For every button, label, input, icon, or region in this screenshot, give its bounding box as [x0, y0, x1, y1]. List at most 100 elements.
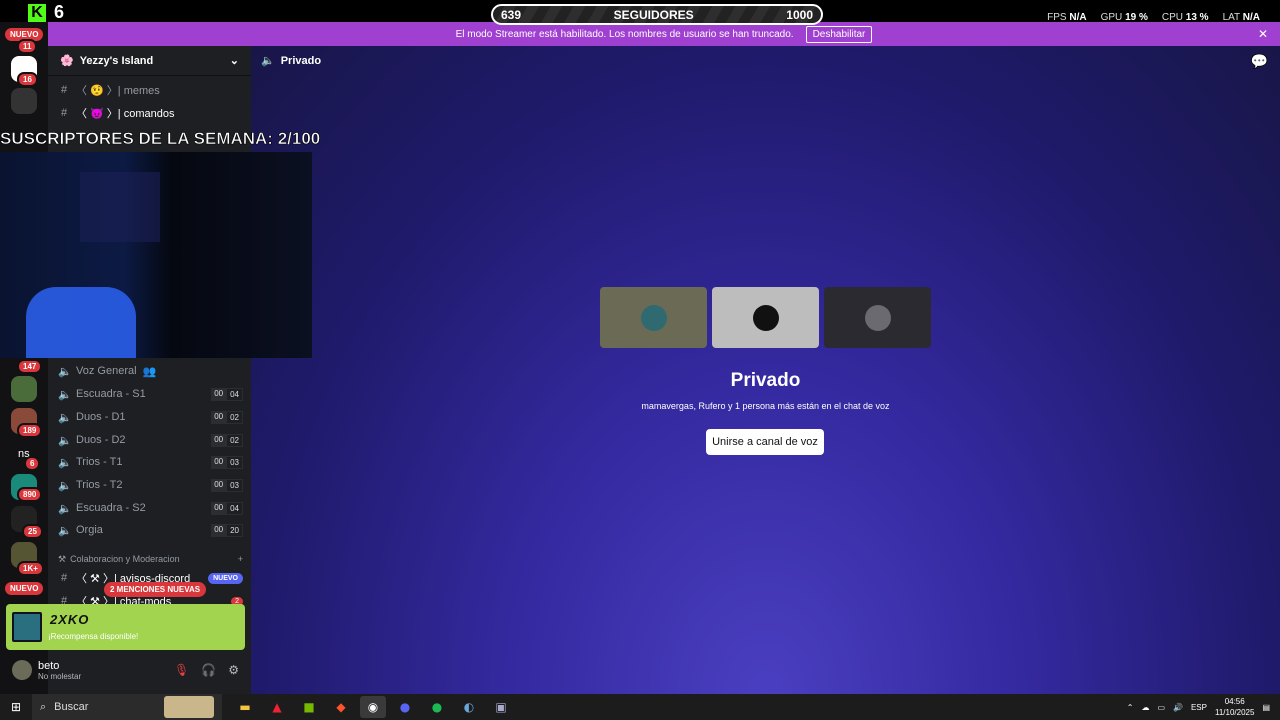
- chat-bubble-icon[interactable]: 💬: [1251, 54, 1268, 70]
- gpu-stat: GPU 19 %: [1100, 12, 1148, 23]
- unread-badge: 890: [17, 487, 43, 502]
- text-channel-comandos[interactable]: # 〈 😈 〉| comandos: [58, 103, 243, 123]
- disable-streamer-button[interactable]: Deshabilitar: [805, 25, 873, 43]
- new-tag: NUEVO: [208, 572, 243, 584]
- user-limit-count: 00 04: [211, 501, 243, 515]
- participant-tile[interactable]: [600, 287, 707, 348]
- voice-channel[interactable]: 🔈 Duos - D2 00 02: [58, 430, 243, 450]
- reward-logo: 2XKO: [50, 612, 90, 627]
- webcam-feed: [0, 152, 312, 358]
- join-voice-button[interactable]: Unirse a canal de voz: [706, 429, 824, 455]
- user-limit-count: 00 02: [211, 433, 243, 447]
- gear-icon[interactable]: ⚙: [228, 663, 239, 677]
- search-highlight-image: [164, 696, 214, 718]
- text-channel-memes[interactable]: # 〈 🤨 〉| memes: [58, 80, 243, 100]
- search-icon: ⌕: [40, 700, 47, 713]
- spotify-icon[interactable]: ●: [424, 696, 450, 718]
- user-panel: beto No molestar 🎙 🎧 ⚙: [6, 652, 245, 688]
- obs-icon[interactable]: ◉: [360, 696, 386, 718]
- followers-label: SEGUIDORES: [613, 7, 694, 22]
- windows-start-icon[interactable]: ⊞: [0, 700, 32, 714]
- webcam-chair: [26, 287, 136, 358]
- new-mentions-button[interactable]: 2 MENCIONES NUEVAS: [104, 582, 207, 597]
- server-rail: NUEVO 11 16 147 189 ns 6 890 25 1K+ NUEV…: [0, 22, 48, 694]
- nuevo-badge[interactable]: NUEVO: [5, 582, 44, 595]
- followers-goal: 1000: [786, 7, 813, 22]
- unread-badge: 6: [24, 456, 41, 471]
- hash-icon: #: [60, 572, 68, 584]
- performance-stats: FPS N/A GPU 19 % CPU 13 % LAT N/A: [1047, 12, 1260, 23]
- unread-badge: 25: [22, 524, 43, 539]
- add-channel-icon[interactable]: +: [238, 554, 243, 565]
- headphones-muted-icon[interactable]: 🎧: [201, 663, 216, 677]
- category-colaboracion[interactable]: ⚒ Colaboracion y Moderacion +: [58, 554, 243, 565]
- server-header[interactable]: 🌸 Yezzy's Island ⌄: [48, 46, 251, 76]
- user-limit-count: 00 03: [211, 455, 243, 469]
- display-icon[interactable]: ▭: [1157, 703, 1165, 712]
- avatar[interactable]: [12, 660, 32, 680]
- participant-tile[interactable]: [712, 287, 819, 348]
- speaker-icon: 🔈: [261, 55, 275, 67]
- unread-badge: 1K+: [17, 561, 44, 576]
- voice-channel[interactable]: 🔈 Escuadra - S2 00 04: [58, 498, 243, 518]
- reward-text: ¡Recompensa disponible!: [48, 632, 139, 641]
- network-icon[interactable]: ☁: [1141, 703, 1149, 712]
- speaker-icon: 🔈: [58, 479, 72, 492]
- speaker-icon: 🔈: [58, 524, 72, 537]
- user-limit-count: 00 20: [211, 523, 243, 537]
- webcam-background: [80, 172, 160, 242]
- category-label: Colaboracion y Moderacion: [70, 554, 180, 564]
- followers-current: 639: [501, 7, 522, 22]
- user-limit-icon: 👥: [142, 365, 157, 378]
- discord-icon[interactable]: ●: [392, 696, 418, 718]
- voice-channel[interactable]: 🔈 Voz General 👥: [58, 361, 243, 381]
- close-icon[interactable]: ✕: [1258, 27, 1268, 41]
- voice-channel[interactable]: 🔈 Duos - D1 00 02: [58, 407, 243, 427]
- speaker-icon: 🔈: [58, 434, 72, 447]
- voice-channel[interactable]: 🔈 Orgia 00 20: [58, 520, 243, 540]
- chevron-down-icon: ⌄: [229, 55, 239, 67]
- notification-icon[interactable]: ▤: [1262, 703, 1270, 712]
- server-icon: 🌸: [60, 55, 74, 67]
- volume-icon[interactable]: 🔊: [1173, 703, 1183, 712]
- mic-muted-icon[interactable]: 🎙: [174, 663, 189, 677]
- nvidia-icon[interactable]: ■: [296, 696, 322, 718]
- user-limit-count: 00 02: [211, 410, 243, 424]
- kick-viewer-count: 6: [54, 2, 65, 22]
- fps-stat: FPS N/A: [1047, 12, 1087, 23]
- hash-icon: #: [60, 84, 68, 96]
- voice-channel[interactable]: 🔈 Trios - T1 00 03: [58, 452, 243, 472]
- system-tray: ⌃ ☁ ▭ 🔊 ESP 04:56 11/10/2025 ▤: [1127, 696, 1280, 718]
- clock[interactable]: 04:56 11/10/2025: [1215, 696, 1254, 718]
- taskbar: ⊞ ⌕ Buscar ▬ ▲ ■ ◆ ◉ ● ● ◐ ▣ ⌃ ☁ ▭ 🔊 ESP…: [0, 694, 1280, 720]
- cpu-stat: CPU 13 %: [1161, 12, 1209, 23]
- file-explorer-icon[interactable]: ▬: [232, 696, 258, 718]
- brave-icon[interactable]: ◆: [328, 696, 354, 718]
- server-name: Yezzy's Island: [79, 54, 154, 67]
- unread-badge: 147: [17, 359, 43, 374]
- voice-channel-view: 🔈 Privado 💬 Privado mamavergas, Rufero y…: [251, 46, 1280, 694]
- tools-icon: ⚒: [58, 554, 67, 564]
- reward-banner[interactable]: 2XKO ¡Recompensa disponible!: [6, 604, 245, 650]
- acrobat-icon[interactable]: ▲: [264, 696, 290, 718]
- language-indicator[interactable]: ESP: [1191, 703, 1207, 712]
- user-limit-count: 00 04: [211, 387, 243, 401]
- streamer-banner-text: El modo Streamer está habilitado. Los no…: [455, 28, 794, 40]
- chevron-up-icon[interactable]: ⌃: [1127, 703, 1134, 712]
- taskbar-search[interactable]: ⌕ Buscar: [32, 694, 222, 720]
- participant-tile[interactable]: [824, 287, 931, 348]
- voice-channel[interactable]: 🔈 Escuadra - S1 00 04: [58, 384, 243, 404]
- server-icon[interactable]: [11, 376, 37, 402]
- channel-header: 🔈 Privado: [261, 54, 321, 68]
- server-icon[interactable]: [11, 88, 37, 114]
- speaker-icon: 🔈: [58, 411, 72, 424]
- voice-channel[interactable]: 🔈 Trios - T2 00 03: [58, 475, 243, 495]
- speaker-icon: 🔈: [58, 388, 72, 401]
- voice-channel-title: Privado: [730, 370, 801, 391]
- steam-icon[interactable]: ◐: [456, 696, 482, 718]
- followers-goal-bar: 639 SEGUIDORES 1000: [491, 4, 823, 25]
- reward-thumbnail: [12, 612, 42, 642]
- unread-badge: 16: [17, 72, 38, 87]
- app-icon[interactable]: ▣: [488, 696, 514, 718]
- avatar: [640, 304, 667, 331]
